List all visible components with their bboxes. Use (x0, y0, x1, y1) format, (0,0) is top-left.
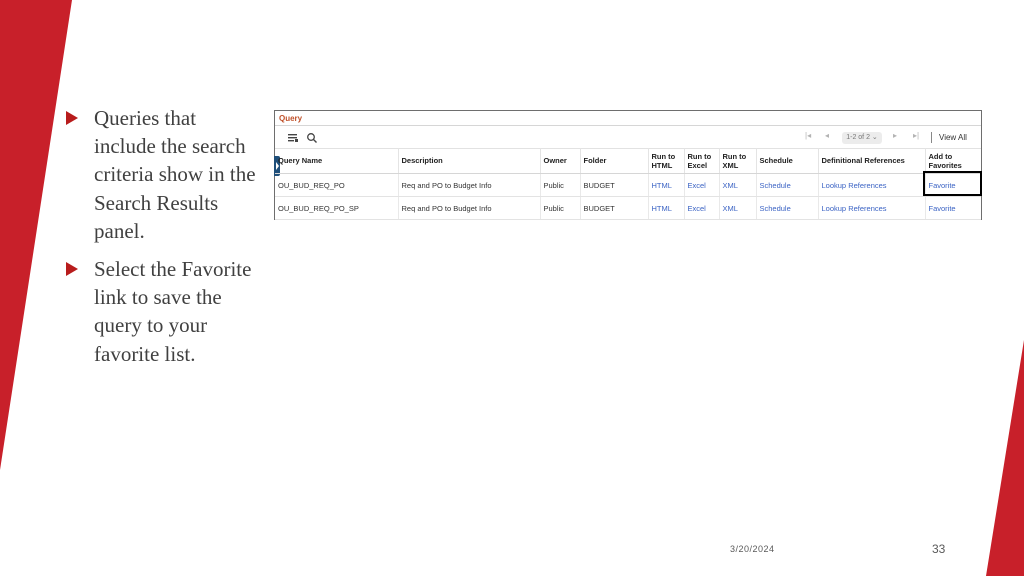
bullet-arrow-icon (66, 111, 78, 125)
schedule-link[interactable]: Schedule (756, 196, 819, 220)
table-row: OU_BUD_REQ_PO Req and PO to Budget Info … (275, 173, 981, 197)
panel-title: Query (279, 114, 303, 123)
row-range-label: 1-2 of 2 (846, 134, 870, 141)
bullet-text: Queries that include the search criteria… (94, 106, 256, 243)
run-html-link[interactable]: HTML (648, 173, 685, 197)
search-results-panel: Query |◂ ◂ 1-2 of 2 ⌄ ▸ ▸| View All Quer… (274, 110, 982, 220)
bullet-list: Queries that include the search criteria… (66, 104, 256, 378)
red-slant-decoration-right (986, 340, 1024, 576)
bullet-arrow-icon (66, 262, 78, 277)
column-header-description[interactable]: Description (398, 148, 541, 174)
previous-page-icon[interactable]: ◂ (825, 131, 829, 140)
run-excel-link[interactable]: Excel (684, 196, 720, 220)
row-range-select[interactable]: 1-2 of 2 ⌄ (842, 132, 882, 144)
search-results-table: Query Name Description Owner Folder Run … (275, 148, 981, 220)
query-name-cell: OU_BUD_REQ_PO_SP (275, 196, 399, 220)
search-icon[interactable] (306, 132, 318, 144)
bullet-item: Select the Favorite link to save the que… (66, 255, 256, 368)
slide-page-number: 33 (932, 542, 946, 556)
lookup-references-link[interactable]: Lookup References (818, 196, 926, 220)
folder-cell: BUDGET (580, 173, 649, 197)
column-header-schedule[interactable]: Schedule (756, 148, 819, 174)
table-header-row: Query Name Description Owner Folder Run … (275, 148, 981, 174)
column-header-add-to-favorites[interactable]: Add to Favorites (925, 148, 981, 174)
folder-cell: BUDGET (580, 196, 649, 220)
next-page-icon[interactable]: ▸ (893, 131, 897, 140)
grid-toolbar: |◂ ◂ 1-2 of 2 ⌄ ▸ ▸| View All (275, 125, 981, 149)
column-header-run-html[interactable]: Run to HTML (648, 148, 685, 174)
last-page-icon[interactable]: ▸| (913, 131, 919, 140)
column-header-run-excel[interactable]: Run to Excel (684, 148, 720, 174)
toolbar-divider (931, 132, 932, 143)
table-row: OU_BUD_REQ_PO_SP Req and PO to Budget In… (275, 196, 981, 220)
view-all-link[interactable]: View All (939, 133, 967, 142)
column-header-run-xml[interactable]: Run to XML (719, 148, 757, 174)
owner-cell: Public (540, 173, 581, 197)
run-xml-link[interactable]: XML (719, 173, 757, 197)
bullet-text: Select the Favorite link to save the que… (94, 257, 252, 366)
owner-cell: Public (540, 196, 581, 220)
slide-date: 3/20/2024 (730, 544, 775, 554)
description-cell: Req and PO to Budget Info (398, 173, 541, 197)
schedule-link[interactable]: Schedule (756, 173, 819, 197)
lookup-references-link[interactable]: Lookup References (818, 173, 926, 197)
run-excel-link[interactable]: Excel (684, 173, 720, 197)
personalize-grid-icon[interactable] (287, 132, 299, 144)
first-page-icon[interactable]: |◂ (805, 131, 811, 140)
bullet-item: Queries that include the search criteria… (66, 104, 256, 245)
column-header-folder[interactable]: Folder (580, 148, 649, 174)
favorite-highlight-box (923, 171, 982, 196)
pagination-controls: |◂ ◂ 1-2 of 2 ⌄ ▸ ▸| View All (805, 131, 975, 145)
favorite-link[interactable]: Favorite (925, 196, 981, 220)
run-html-link[interactable]: HTML (648, 196, 685, 220)
query-name-cell: OU_BUD_REQ_PO (275, 173, 399, 197)
column-header-definitional-references[interactable]: Definitional References (818, 148, 926, 174)
column-header-query-name[interactable]: Query Name (275, 148, 399, 174)
run-xml-link[interactable]: XML (719, 196, 757, 220)
description-cell: Req and PO to Budget Info (398, 196, 541, 220)
column-header-owner[interactable]: Owner (540, 148, 581, 174)
